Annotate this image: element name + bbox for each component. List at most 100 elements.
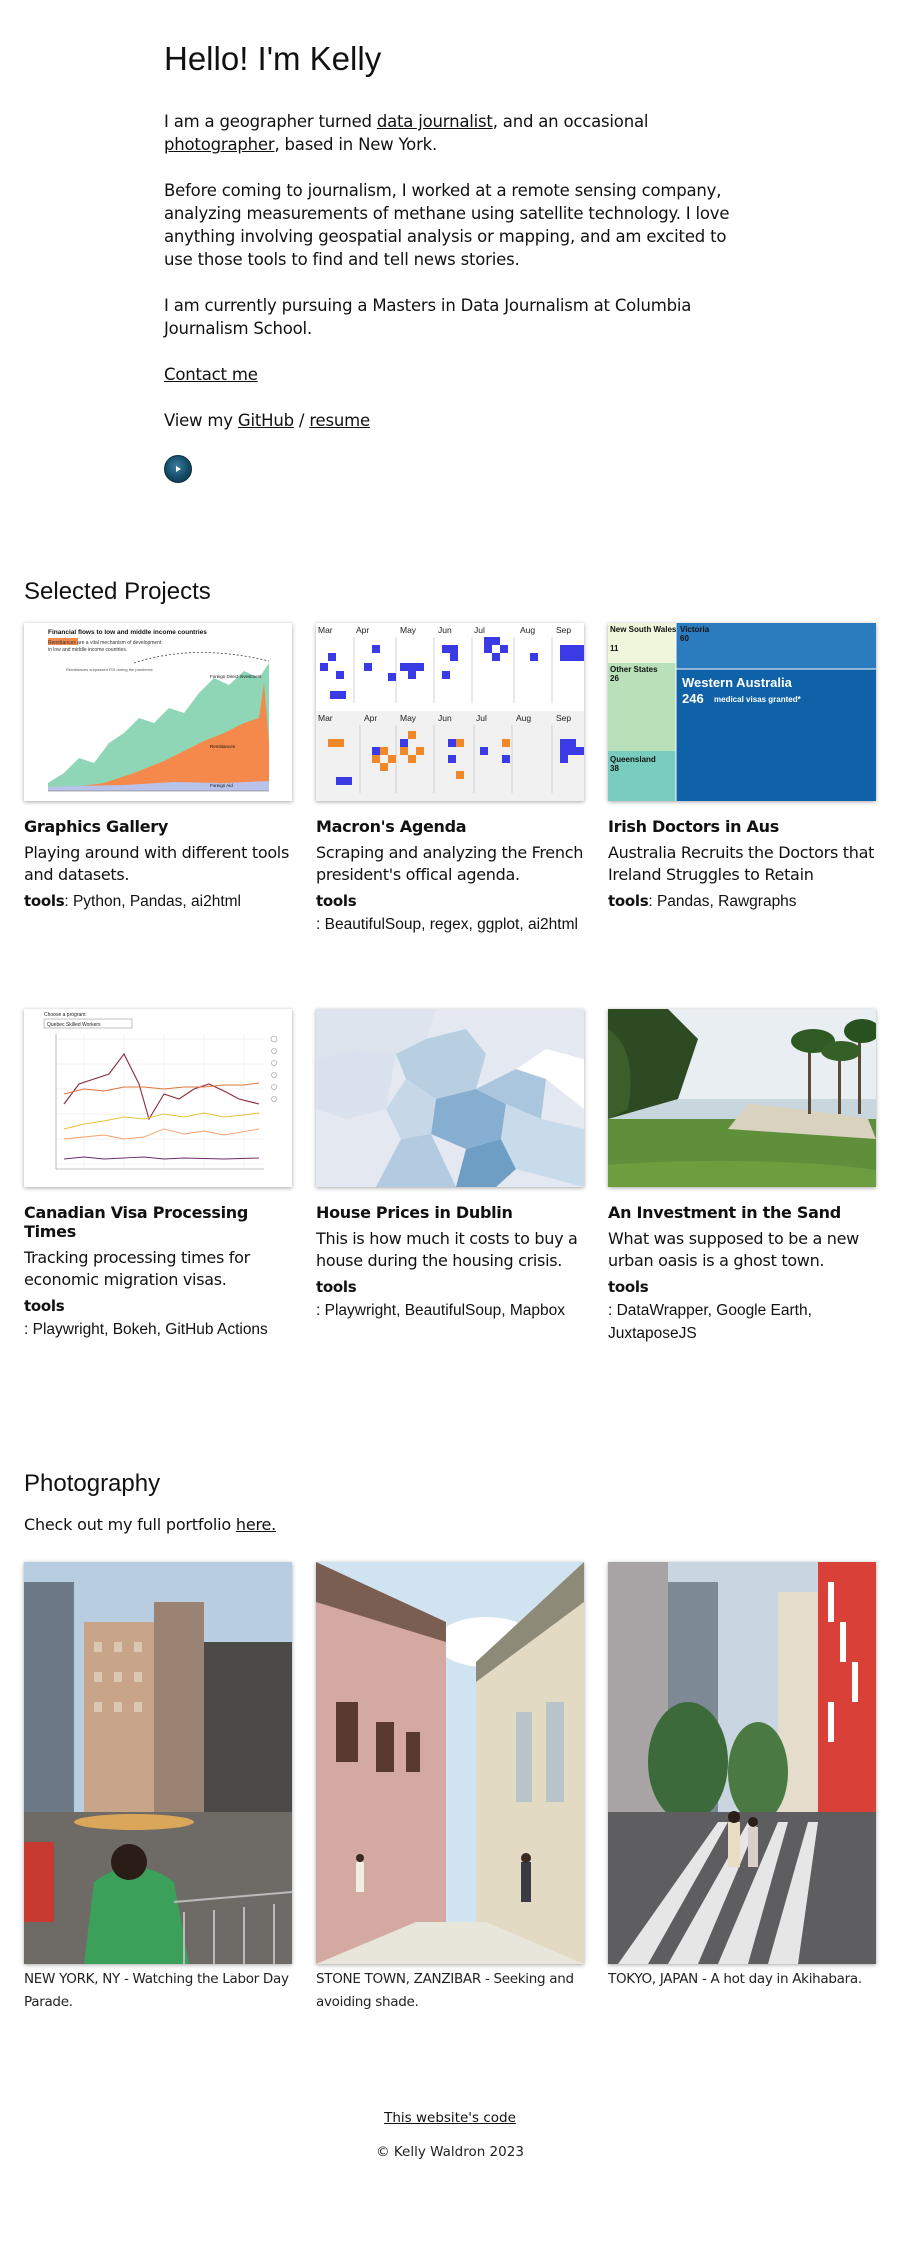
project-tools: tools: Pandas, Rawgraphs — [608, 890, 876, 913]
gallery-thumb-sub2: in low and middle income countries. — [48, 647, 127, 653]
canadian-visa-thumbnail[interactable]: Choose a program: Quebec Skilled Workers — [24, 1009, 292, 1187]
tree-sub-wa: medical visas granted* — [714, 695, 802, 704]
data-journalist-link[interactable]: data journalist — [377, 112, 493, 131]
visa-thumb-select: Quebec Skilled Workers — [47, 1022, 101, 1028]
project-description: Playing around with different tools and … — [24, 843, 289, 884]
dublin-map-thumbnail[interactable] — [316, 1009, 584, 1187]
photo-caption: STONE TOWN, ZANZIBAR - Seeking and avoid… — [316, 1971, 574, 2010]
tree-label-other: Other States — [610, 665, 658, 674]
photography-heading: Photography — [24, 1470, 161, 1497]
month-label: May — [400, 625, 417, 635]
macrons-agenda-thumbnail[interactable]: Mar Apr May Jun Jul Aug Sep Mar Apr May … — [316, 623, 584, 801]
tree-value-other: 26 — [610, 674, 619, 683]
portfolio-link[interactable]: here. — [236, 1515, 276, 1534]
gallery-thumb-title: Financial flows to low and middle income… — [48, 629, 207, 636]
project-title: Canadian Visa Processing Times — [24, 1203, 249, 1241]
stone-town-photo[interactable] — [316, 1562, 584, 1964]
project-title: An Investment in the Sand — [608, 1203, 841, 1222]
photo-card-tokyo[interactable]: TOKYO, JAPAN - A hot day in Akihabara. — [608, 1562, 876, 1991]
intro-paragraph-3: I am currently pursuing a Masters in Dat… — [164, 296, 692, 338]
tree-value-wa: 246 — [682, 691, 704, 706]
tools-label: tools — [316, 1278, 357, 1296]
audio-play-button[interactable] — [164, 455, 192, 483]
github-link[interactable]: GitHub — [238, 411, 294, 430]
project-tools: tools : BeautifulSoup, regex, ggplot, ai2… — [316, 890, 584, 936]
new-york-photo[interactable] — [24, 1562, 292, 1964]
contact-link[interactable]: Contact me — [164, 365, 258, 384]
month-label: Jul — [474, 625, 485, 635]
project-tools: tools: Python, Pandas, ai2html — [24, 890, 292, 913]
akihabara-street-photo — [608, 1562, 876, 1964]
project-description: What was supposed to be a new urban oasi… — [608, 1229, 859, 1270]
tools-value: : Playwright, BeautifulSoup, Mapbox — [316, 1302, 565, 1319]
photo-card-new-york[interactable]: NEW YORK, NY - Watching the Labor Day Pa… — [24, 1562, 292, 2014]
photo-card-stone-town[interactable]: STONE TOWN, ZANZIBAR - Seeking and avoid… — [316, 1562, 584, 2014]
photographer-link[interactable]: photographer — [164, 135, 275, 154]
tools-label: tools — [608, 1278, 649, 1296]
project-title: Macron's Agenda — [316, 817, 467, 836]
month-label: Sep — [556, 713, 571, 723]
play-icon — [176, 466, 181, 472]
month-label: Jun — [438, 625, 452, 635]
project-tools: tools : Playwright, BeautifulSoup, Mapbox — [316, 1276, 584, 1322]
website-code-link[interactable]: This website's code — [384, 2110, 516, 2126]
irish-doctors-thumbnail[interactable]: New South Wales 11 Other States 26 Queen… — [608, 623, 876, 801]
photo-intro-text: Check out my full portfolio — [24, 1515, 236, 1534]
photo-caption: NEW YORK, NY - Watching the Labor Day Pa… — [24, 1971, 289, 2010]
tree-value-vic: 60 — [680, 634, 689, 643]
beach-photo-thumbnail[interactable] — [608, 1009, 876, 1187]
footer: This website's code © Kelly Waldron 2023 — [0, 2110, 900, 2178]
month-label: Jul — [476, 713, 487, 723]
tools-value: : Pandas, Rawgraphs — [648, 893, 797, 910]
view-prefix: View my — [164, 411, 238, 430]
project-description: Scraping and analyzing the French presid… — [316, 843, 584, 884]
treemap-image: New South Wales 11 Other States 26 Queen… — [608, 623, 876, 801]
month-label: Sep — [556, 625, 571, 635]
project-description: Tracking processing times for economic m… — [24, 1248, 250, 1289]
projects-heading: Selected Projects — [24, 578, 211, 605]
tools-value: : Python, Pandas, ai2html — [64, 893, 241, 910]
project-description: Australia Recruits the Doctors that Irel… — [608, 843, 875, 884]
project-card-irish-doctors[interactable]: New South Wales 11 Other States 26 Queen… — [608, 623, 876, 913]
tree-value-qld: 38 — [610, 764, 619, 773]
visa-thumb-choose: Choose a program: — [44, 1012, 87, 1018]
month-label: Jun — [438, 713, 452, 723]
photo-caption: TOKYO, JAPAN - A hot day in Akihabara. — [608, 1971, 862, 1987]
gallery-thumb-fdi: Foreign Direct Investment — [210, 674, 262, 679]
tools-label: tools — [24, 892, 65, 910]
project-card-dublin-house-prices[interactable]: House Prices in Dublin This is how much … — [316, 1009, 584, 1322]
tools-label: tools — [608, 892, 649, 910]
project-card-graphics-gallery[interactable]: Financial flows to low and middle income… — [24, 623, 292, 913]
tokyo-photo[interactable] — [608, 1562, 876, 1964]
gallery-thumb-aid: Foreign Aid — [210, 783, 233, 788]
tools-value: : BeautifulSoup, regex, ggplot, ai2html — [316, 916, 578, 933]
calendar-grid-image: Mar Apr May Jun Jul Aug Sep Mar Apr May … — [316, 623, 584, 801]
project-title: Graphics Gallery — [24, 817, 168, 836]
graphics-gallery-thumbnail[interactable]: Financial flows to low and middle income… — [24, 623, 292, 801]
tree-label-vic: Victoria — [680, 625, 710, 634]
tools-label: tools — [316, 892, 357, 910]
tree-value-nsw: 11 — [610, 644, 619, 653]
copyright: © Kelly Waldron 2023 — [376, 2144, 524, 2160]
contact-paragraph: Contact me — [164, 363, 730, 386]
tree-label-qld: Queensland — [610, 755, 656, 764]
beach-palm-photo — [608, 1009, 876, 1187]
month-label: Apr — [364, 713, 377, 723]
tools-label: tools — [24, 1297, 65, 1315]
remittance-area-chart-image: Financial flows to low and middle income… — [24, 623, 292, 801]
month-label: Apr — [356, 625, 369, 635]
project-card-investment-sand[interactable]: An Investment in the Sand What was suppo… — [608, 1009, 876, 1345]
intro-text: I am a geographer turned — [164, 112, 377, 131]
intro-paragraph-2: Before coming to journalism, I worked at… — [164, 181, 730, 269]
links-paragraph: View my GitHub / resume — [164, 409, 730, 432]
project-tools: tools : Playwright, Bokeh, GitHub Actions — [24, 1295, 292, 1341]
gallery-thumb-note: Remittances surpassed FDI during the pan… — [66, 667, 153, 672]
page-title: Hello! I'm Kelly — [164, 40, 382, 77]
project-description: This is how much it costs to buy a house… — [316, 1229, 578, 1270]
gallery-thumb-rem: Remittances — [210, 744, 236, 749]
project-card-macrons-agenda[interactable]: Mar Apr May Jun Jul Aug Sep Mar Apr May … — [316, 623, 584, 936]
project-title: House Prices in Dublin — [316, 1203, 513, 1222]
resume-link[interactable]: resume — [309, 411, 370, 430]
project-card-canadian-visa[interactable]: Choose a program: Quebec Skilled Workers — [24, 1009, 292, 1341]
tools-value: : Playwright, Bokeh, GitHub Actions — [24, 1321, 268, 1338]
